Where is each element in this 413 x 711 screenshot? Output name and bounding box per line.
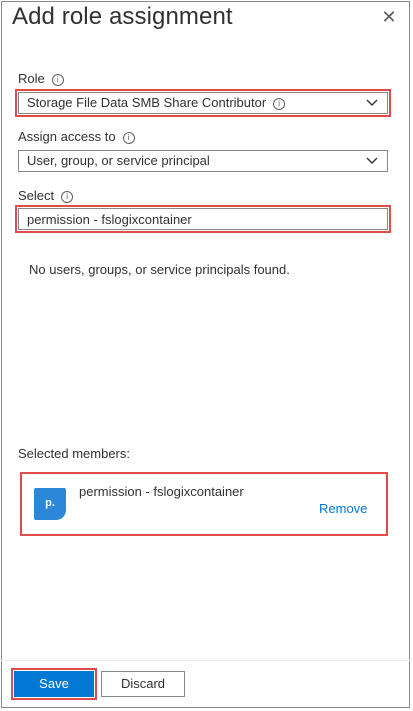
assign-access-dropdown-value: User, group, or service principal [27, 153, 210, 168]
save-button[interactable]: Save [11, 668, 97, 700]
select-label: Select i [18, 188, 74, 203]
info-icon[interactable]: i [273, 98, 286, 110]
assign-access-label-text: Assign access to [18, 129, 116, 144]
footer-divider [1, 660, 410, 661]
selected-member-name: permission - fslogixcontainer [79, 484, 244, 499]
panel-title: Add role assignment [12, 3, 233, 30]
selected-member-card: p. permission - fslogixcontainer Remove [20, 472, 388, 536]
role-dropdown[interactable]: Storage File Data SMB Share Contributor i [15, 89, 391, 117]
chevron-down-icon [366, 157, 378, 164]
chevron-down-icon [366, 99, 378, 106]
assign-access-dropdown[interactable]: User, group, or service principal [18, 150, 388, 172]
role-dropdown-value: Storage File Data SMB Share Contributor [27, 95, 267, 110]
select-search-input[interactable] [15, 205, 391, 233]
info-icon[interactable]: i [51, 74, 64, 86]
discard-button[interactable]: Discard [101, 671, 185, 697]
assign-access-label: Assign access to i [18, 129, 135, 144]
selected-members-label: Selected members: [18, 446, 130, 461]
remove-member-link[interactable]: Remove [319, 501, 367, 516]
no-results-message: No users, groups, or service principals … [29, 262, 290, 277]
close-icon[interactable]: ✕ [379, 7, 399, 27]
role-label: Role i [18, 71, 64, 86]
select-label-text: Select [18, 188, 55, 203]
avatar: p. [34, 488, 66, 520]
info-icon[interactable]: i [61, 191, 74, 203]
role-label-text: Role [18, 71, 45, 86]
info-icon[interactable]: i [122, 132, 135, 144]
